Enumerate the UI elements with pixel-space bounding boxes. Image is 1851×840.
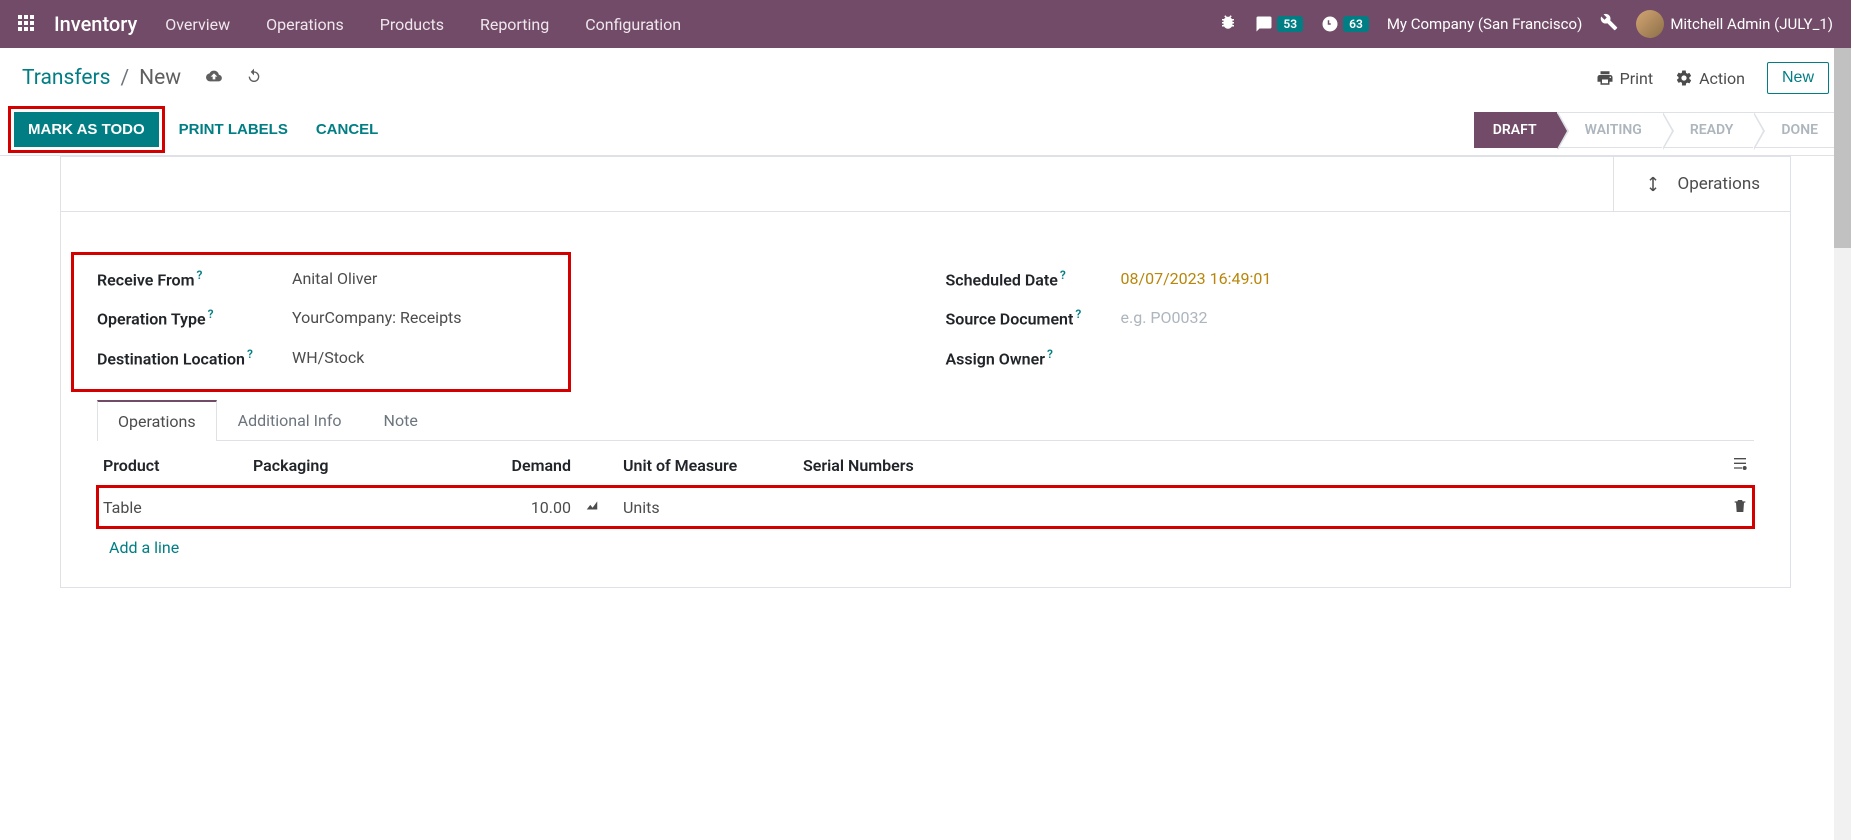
table-row[interactable]: Table 10.00 Units	[97, 486, 1754, 527]
status-bar: DRAFT WAITING READY DONE	[1474, 108, 1837, 152]
messages-badge: 53	[1277, 16, 1303, 32]
print-labels-button[interactable]: PRINT LABELS	[165, 112, 302, 147]
mark-as-todo-button[interactable]: MARK AS TODO	[14, 112, 159, 147]
cell-packaging[interactable]	[247, 486, 467, 527]
source-document-input[interactable]: e.g. PO0032	[1121, 308, 1208, 327]
bug-icon[interactable]	[1219, 13, 1237, 35]
user-menu[interactable]: Mitchell Admin (JULY_1)	[1636, 10, 1833, 38]
nav-overview[interactable]: Overview	[165, 15, 230, 34]
nav-operations[interactable]: Operations	[266, 15, 344, 34]
status-done[interactable]: DONE	[1753, 112, 1837, 148]
breadcrumb: Transfers / New	[22, 66, 263, 90]
status-draft[interactable]: DRAFT	[1474, 112, 1557, 148]
tab-note[interactable]: Note	[363, 400, 439, 441]
activities-icon[interactable]: 63	[1321, 15, 1369, 33]
operation-type-value[interactable]: YourCompany: Receipts	[292, 308, 462, 327]
status-ready[interactable]: READY	[1662, 112, 1754, 148]
operation-type-label: Operation Type?	[97, 307, 292, 328]
cell-serial[interactable]	[797, 486, 1714, 527]
delete-line-icon[interactable]	[1732, 498, 1748, 518]
scrollbar[interactable]	[1834, 48, 1851, 840]
source-document-label: Source Document?	[946, 307, 1121, 328]
cell-uom[interactable]: Units	[617, 486, 797, 527]
app-brand[interactable]: Inventory	[54, 12, 137, 36]
breadcrumb-current: New	[139, 66, 181, 90]
scheduled-date-label: Scheduled Date?	[946, 268, 1121, 289]
operations-stat-button[interactable]: Operations	[1613, 157, 1791, 211]
destination-location-label: Destination Location?	[97, 347, 292, 368]
nav-configuration[interactable]: Configuration	[585, 15, 681, 34]
col-product: Product	[97, 445, 247, 486]
nav-reporting[interactable]: Reporting	[480, 15, 549, 34]
cancel-button[interactable]: CANCEL	[302, 112, 393, 147]
undo-icon[interactable]	[245, 66, 263, 90]
activities-badge: 63	[1343, 16, 1369, 32]
destination-location-value[interactable]: WH/Stock	[292, 348, 364, 367]
assign-owner-label: Assign Owner?	[946, 347, 1121, 368]
receive-from-label: Receive From?	[97, 268, 292, 289]
cloud-upload-icon[interactable]	[205, 66, 223, 90]
tab-additional-info[interactable]: Additional Info	[217, 400, 363, 441]
col-uom: Unit of Measure	[617, 445, 797, 486]
receive-from-value[interactable]: Anital Oliver	[292, 269, 377, 288]
col-demand: Demand	[467, 445, 577, 486]
breadcrumb-separator: /	[120, 66, 129, 90]
nav-products[interactable]: Products	[380, 15, 444, 34]
tools-icon[interactable]	[1600, 13, 1618, 35]
new-button[interactable]: New	[1767, 62, 1829, 94]
col-packaging: Packaging	[247, 445, 467, 486]
messages-icon[interactable]: 53	[1255, 15, 1303, 33]
cell-demand[interactable]: 10.00	[467, 486, 577, 527]
print-button[interactable]: Print	[1596, 69, 1653, 88]
tab-operations[interactable]: Operations	[97, 400, 217, 441]
column-settings-icon[interactable]	[1732, 456, 1748, 476]
cell-product[interactable]: Table	[97, 486, 247, 527]
breadcrumb-parent[interactable]: Transfers	[22, 66, 110, 90]
status-waiting[interactable]: WAITING	[1557, 112, 1662, 148]
col-serial: Serial Numbers	[797, 445, 1714, 486]
action-button[interactable]: Action	[1675, 69, 1745, 88]
add-a-line[interactable]: Add a line	[103, 528, 185, 567]
avatar	[1636, 10, 1664, 38]
user-name: Mitchell Admin (JULY_1)	[1670, 15, 1833, 33]
apps-menu-icon[interactable]	[18, 15, 36, 33]
company-selector[interactable]: My Company (San Francisco)	[1387, 15, 1582, 33]
scheduled-date-value[interactable]: 08/07/2023 16:49:01	[1121, 269, 1272, 288]
forecast-icon[interactable]	[583, 498, 601, 517]
